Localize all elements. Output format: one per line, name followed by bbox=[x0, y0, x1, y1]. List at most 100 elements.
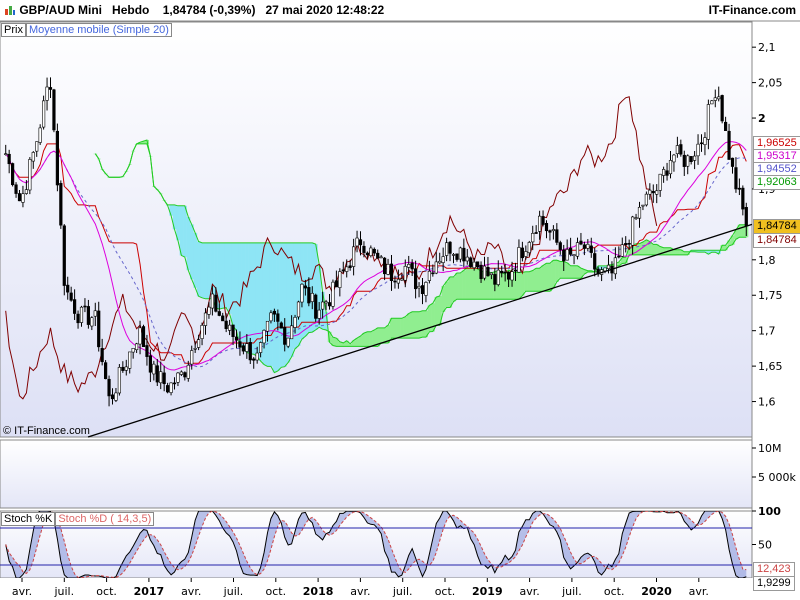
candle-body bbox=[86, 306, 90, 325]
cloud-segment bbox=[644, 239, 649, 255]
cloud-segment bbox=[179, 205, 184, 256]
cloud-segment bbox=[296, 242, 301, 346]
candle-body bbox=[644, 193, 648, 206]
candle-body bbox=[169, 382, 173, 393]
candle-body bbox=[148, 355, 152, 373]
candle-body bbox=[35, 141, 39, 152]
candle-body bbox=[42, 100, 46, 128]
cloud-segment bbox=[200, 242, 205, 298]
candle-body bbox=[451, 254, 456, 256]
candle-body bbox=[703, 137, 707, 145]
candle-body bbox=[121, 366, 125, 371]
candle-body bbox=[606, 264, 611, 269]
candle-body bbox=[255, 352, 259, 361]
cloud-segment bbox=[186, 216, 191, 271]
candle-body bbox=[14, 184, 18, 194]
cloud-segment bbox=[548, 263, 552, 292]
candle-body bbox=[720, 95, 724, 122]
legend-ma[interactable]: Moyenne mobile (Simple 20) bbox=[25, 23, 172, 37]
candle-body bbox=[631, 216, 635, 246]
candle-body bbox=[648, 189, 652, 195]
candle-body bbox=[531, 233, 535, 243]
candle-body bbox=[248, 342, 252, 361]
candle-body bbox=[348, 265, 352, 268]
volume-panel bbox=[0, 439, 753, 509]
candle-body bbox=[665, 170, 669, 176]
x-tick-label: juil. bbox=[223, 585, 244, 598]
cloud-segment bbox=[465, 267, 470, 300]
cloud-segment bbox=[417, 311, 422, 339]
candle-body bbox=[741, 187, 745, 210]
candle-body bbox=[217, 311, 221, 316]
candle-body bbox=[124, 366, 128, 371]
cloud-segment bbox=[269, 242, 273, 367]
candle-body bbox=[403, 265, 407, 281]
cloud-segment bbox=[372, 330, 377, 347]
candle-body bbox=[62, 225, 66, 286]
cloud-segment bbox=[265, 242, 270, 367]
cloud-segment bbox=[462, 270, 466, 300]
legend-price[interactable]: Prix bbox=[1, 23, 26, 37]
candle-body bbox=[272, 310, 276, 315]
candle-body bbox=[448, 241, 452, 254]
price-value-tag: 1,84784 bbox=[753, 232, 800, 248]
candle-body bbox=[493, 274, 497, 285]
cloud-segment bbox=[369, 331, 373, 347]
candle-body bbox=[345, 266, 349, 272]
candle-body bbox=[589, 245, 593, 253]
price-value-tag: 1,84784 bbox=[753, 218, 800, 234]
y-tick-label: 1,8 bbox=[758, 254, 776, 267]
candle-body bbox=[724, 121, 728, 131]
candle-body bbox=[176, 372, 180, 383]
candle-body bbox=[737, 187, 741, 190]
candle-body bbox=[352, 246, 356, 267]
candle-body bbox=[496, 269, 500, 285]
candle-body bbox=[579, 240, 583, 245]
candle-body bbox=[672, 154, 676, 163]
x-tick-label: 2017 bbox=[134, 585, 165, 598]
cloud-segment bbox=[400, 318, 404, 339]
legend-stoch-k[interactable]: Stoch %K bbox=[1, 512, 56, 526]
candle-body bbox=[303, 285, 307, 289]
candle-body bbox=[135, 343, 139, 351]
chart-canvas: 2,12,0521,91,81,751,71,651,6 10M5 000k 1… bbox=[0, 0, 800, 600]
candle-body bbox=[551, 229, 555, 232]
candle-body bbox=[455, 253, 459, 260]
cloud-segment bbox=[241, 242, 246, 348]
stoch-value-tag: 12,423 bbox=[753, 561, 795, 577]
candle-body bbox=[427, 270, 431, 281]
candle-body bbox=[479, 264, 483, 279]
candle-body bbox=[569, 247, 573, 255]
x-tick-label: avr. bbox=[350, 585, 370, 598]
cloud-segment bbox=[252, 242, 256, 355]
cloud-segment bbox=[272, 242, 277, 373]
cloud-segment bbox=[558, 261, 563, 279]
candle-body bbox=[476, 261, 480, 268]
candle-body bbox=[152, 363, 156, 375]
cloud-segment bbox=[575, 265, 580, 279]
x-tick-label: avr. bbox=[181, 585, 201, 598]
candle-body bbox=[276, 313, 280, 322]
candle-body bbox=[362, 245, 366, 253]
candle-body bbox=[159, 371, 163, 384]
x-tick-label: juil. bbox=[53, 585, 74, 598]
candle-body bbox=[73, 299, 77, 314]
cloud-segment bbox=[234, 242, 239, 331]
legend-stoch-d[interactable]: Stoch %D ( 14,3,5) bbox=[55, 512, 155, 526]
candle-body bbox=[586, 243, 590, 249]
x-tick-label: avr. bbox=[689, 585, 709, 598]
candle-body bbox=[396, 278, 400, 284]
cloud-segment bbox=[675, 249, 680, 255]
candle-body bbox=[696, 143, 700, 157]
candle-body bbox=[527, 242, 531, 254]
price-value-tag: 1,92063 bbox=[753, 174, 800, 190]
candle-body bbox=[100, 348, 104, 363]
x-tick-label: oct. bbox=[96, 585, 117, 598]
candle-body bbox=[710, 100, 714, 105]
candle-body bbox=[507, 272, 511, 280]
candle-body bbox=[679, 144, 683, 155]
quote-value: 1,84784 (-0,39%) bbox=[162, 3, 256, 17]
cloud-segment bbox=[365, 331, 370, 347]
candle-body bbox=[307, 287, 311, 304]
candle-body bbox=[686, 155, 690, 167]
